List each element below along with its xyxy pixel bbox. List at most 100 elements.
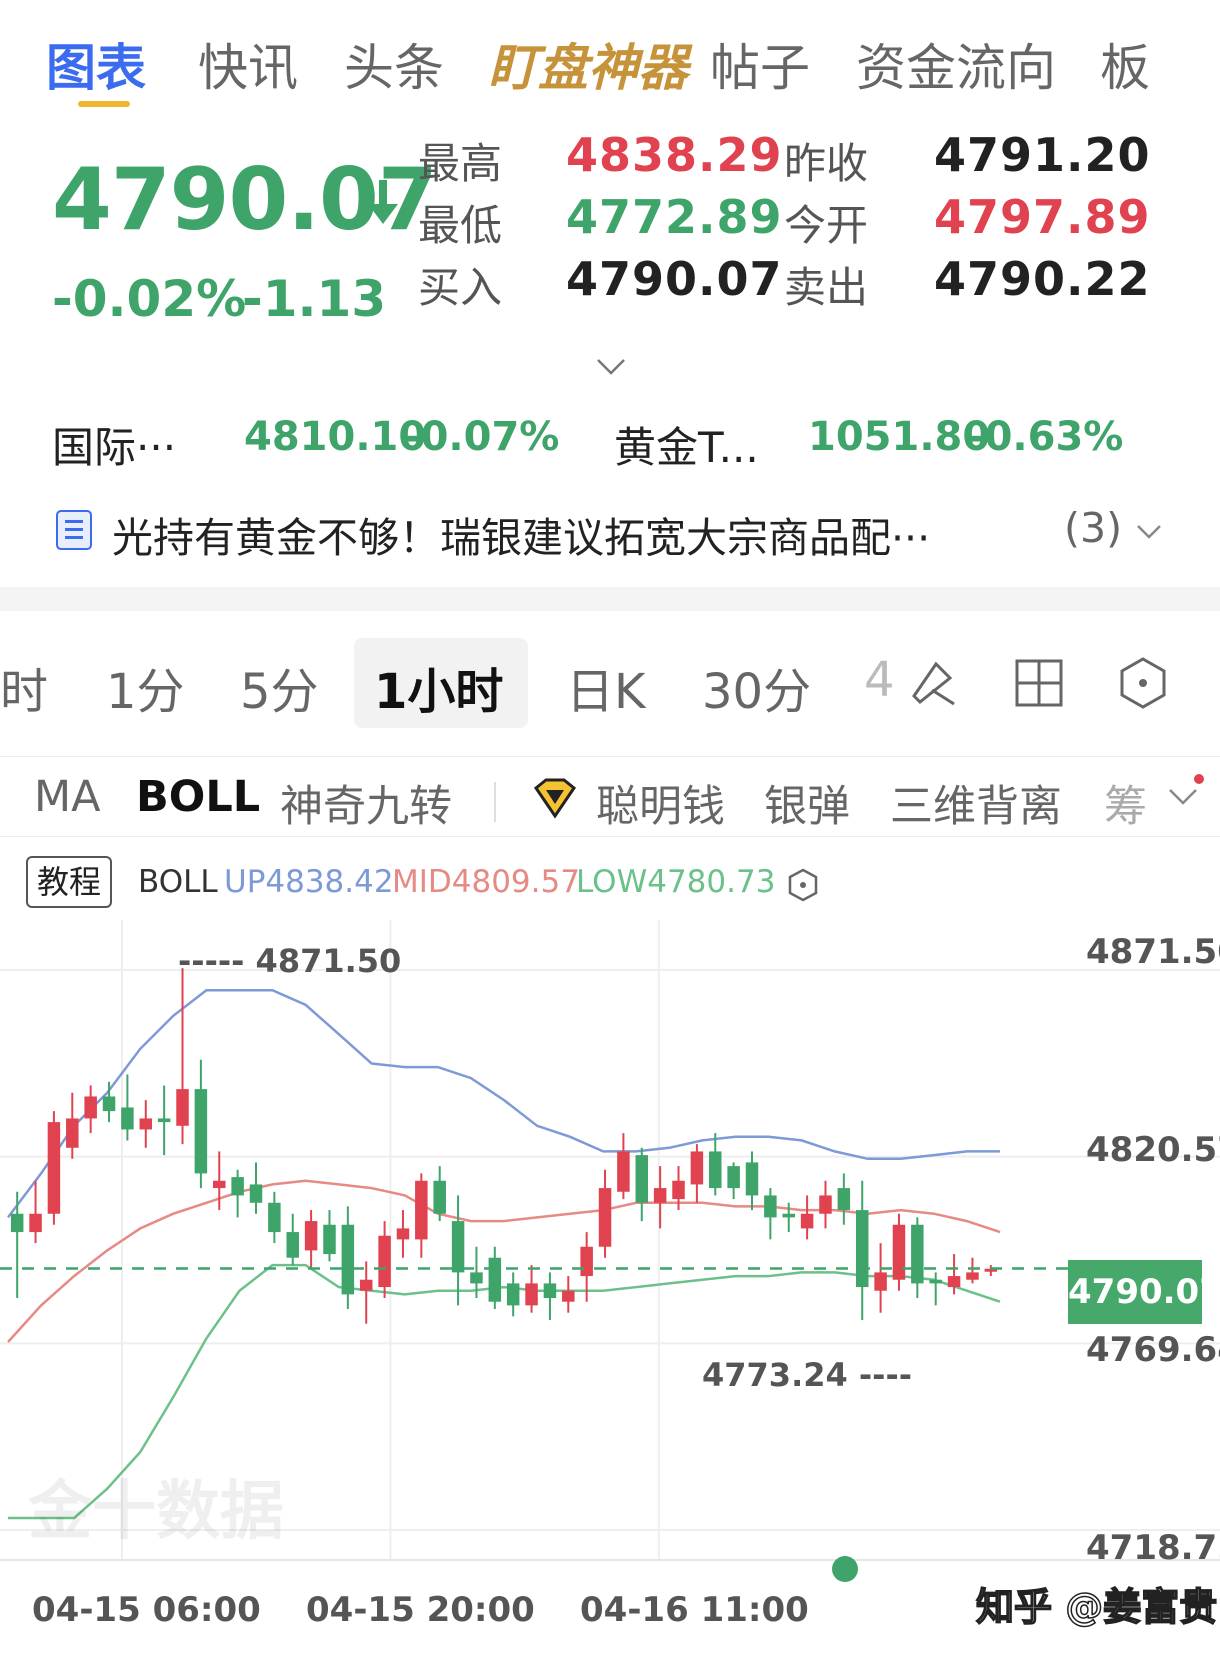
candle-body (47, 1122, 61, 1214)
candle-body (323, 1224, 336, 1255)
candle-body (709, 1151, 722, 1189)
high-label: 最高 (418, 139, 503, 188)
candle-body (341, 1224, 355, 1295)
high-value: 4838.29 (566, 128, 783, 182)
candle-body (837, 1188, 851, 1211)
candle-body (874, 1272, 887, 1291)
indicator-tab-chips[interactable]: 筹 (1104, 772, 1147, 834)
tab-fund-flow[interactable]: 资金流向 (856, 28, 1056, 100)
boll-legend: 教程 BOLL UP4838.42 MID4809.57 LOW4780.73 (26, 856, 926, 912)
indicator-tab-boll[interactable]: BOLL (136, 772, 260, 822)
indicator-tab-silver-bullet[interactable]: 银弹 (764, 772, 850, 834)
news-ticker[interactable]: 光持有黄金不够！瑞银建议拓宽大宗商品配··· (3) (56, 504, 1176, 562)
section-divider (0, 587, 1220, 611)
candle-body (157, 1118, 171, 1123)
tab-chart[interactable]: 图表 (46, 28, 146, 100)
related-price-1: 4810.10 (244, 414, 427, 460)
watermark: 金十数据 (28, 1475, 284, 1549)
credit-watermark: 知乎 @姜富贵 (975, 1584, 1218, 1630)
settings-hexagon-icon[interactable] (786, 868, 820, 902)
candle-body (139, 1118, 153, 1130)
indicator-tab-3d-divergence[interactable]: 三维背离 (890, 772, 1062, 834)
candle-body (672, 1180, 685, 1200)
indicator-tab-smart-money[interactable]: 聪明钱 (596, 772, 725, 834)
x-axis-label: 04-15 06:00 (32, 1590, 261, 1630)
period-tab-1h[interactable]: 1小时 (374, 652, 503, 722)
candle-body (396, 1228, 410, 1240)
last-price-tag: 4790.07 (1068, 1260, 1220, 1324)
expand-chevron-icon[interactable] (596, 358, 626, 376)
notification-dot (1194, 774, 1204, 784)
indicator-tab-ma[interactable]: MA (34, 772, 101, 822)
indicator-tab-td9[interactable]: 神奇九转 (280, 772, 452, 834)
candle-body (929, 1279, 942, 1284)
candle-body (543, 1283, 557, 1299)
candle-body (176, 1089, 189, 1126)
tab-posts[interactable]: 帖子 (710, 28, 810, 100)
document-icon (56, 510, 92, 550)
tutorial-button[interactable]: 教程 (26, 856, 112, 908)
high-marker-dash: ----- (178, 942, 256, 980)
candle-body (213, 1180, 226, 1189)
candle-body (84, 1096, 97, 1119)
candle-body (617, 1151, 630, 1192)
related-name-2[interactable]: 黄金T... (614, 414, 759, 475)
candle-body (249, 1184, 263, 1203)
related-price-2: 1051.80 (808, 414, 991, 460)
low-value: 4772.89 (566, 190, 783, 244)
candle-body (66, 1118, 79, 1148)
tab-more[interactable]: 板 (1100, 28, 1150, 100)
candle-body (286, 1232, 299, 1258)
bid-value: 4790.07 (566, 252, 783, 306)
candle-body (359, 1279, 373, 1291)
high-marker-value: 4871.50 (255, 942, 402, 980)
candle-body (562, 1290, 575, 1302)
candle-body (451, 1221, 465, 1273)
candle-body (506, 1283, 520, 1306)
tab-watch-tool[interactable]: 盯盘神器 (488, 28, 688, 100)
prev-close-value: 4791.20 (934, 128, 1151, 182)
period-tab-daily[interactable]: 日K (566, 652, 645, 722)
candle-body (598, 1188, 612, 1247)
x-axis-label: 04-15 20:00 (306, 1590, 535, 1630)
candle-body (470, 1272, 483, 1284)
tab-headlines[interactable]: 头条 (344, 28, 444, 100)
boll-mid: MID4809.57 (392, 864, 580, 900)
candle-body (415, 1180, 428, 1240)
bid-label: 买入 (418, 263, 503, 312)
high-marker: ----- 4871.50 (178, 942, 401, 980)
candle-body (29, 1213, 42, 1233)
layout-grid-icon[interactable] (1012, 656, 1066, 710)
x-axis-label: 04-16 11:00 (580, 1590, 809, 1630)
period-tab-4h[interactable]: 4 (864, 652, 895, 708)
period-tab-time[interactable]: 时 (0, 652, 48, 722)
settings-hexagon-icon[interactable] (1116, 656, 1170, 710)
candle-body (800, 1213, 814, 1229)
diamond-icon (533, 778, 577, 819)
candle-body (304, 1221, 318, 1251)
candle-body (782, 1213, 795, 1218)
candle-body (947, 1276, 961, 1288)
candle-body (635, 1155, 649, 1203)
y-axis-label: 4820.57 (1086, 1130, 1220, 1170)
period-tab-30m[interactable]: 30分 (702, 652, 811, 722)
candle-body (268, 1202, 281, 1233)
candle-body (121, 1107, 134, 1130)
change-percent: -0.02% (52, 270, 247, 328)
event-dot[interactable] (832, 1556, 858, 1582)
period-tab-1m[interactable]: 1分 (106, 652, 185, 722)
news-headline[interactable]: 光持有黄金不够！瑞银建议拓宽大宗商品配··· (112, 504, 930, 564)
tab-flash-news[interactable]: 快讯 (198, 28, 298, 100)
period-tab-5m[interactable]: 5分 (240, 652, 319, 722)
related-change-2: -0.63% (968, 414, 1124, 460)
chevron-down-icon[interactable] (1136, 524, 1162, 540)
related-name-1[interactable]: 国际··· (52, 414, 176, 475)
period-tabs: 时 1分 5分 1小时 日K 30分 4 (0, 638, 1220, 728)
low-label: 最低 (418, 201, 503, 250)
y-axis-label: 4769.64 (1086, 1330, 1220, 1370)
drawing-tool-icon[interactable] (906, 656, 960, 710)
candle-body (911, 1224, 924, 1284)
divider (0, 836, 1220, 837)
open-value: 4797.89 (934, 190, 1151, 244)
chevron-down-icon[interactable] (1168, 788, 1198, 806)
